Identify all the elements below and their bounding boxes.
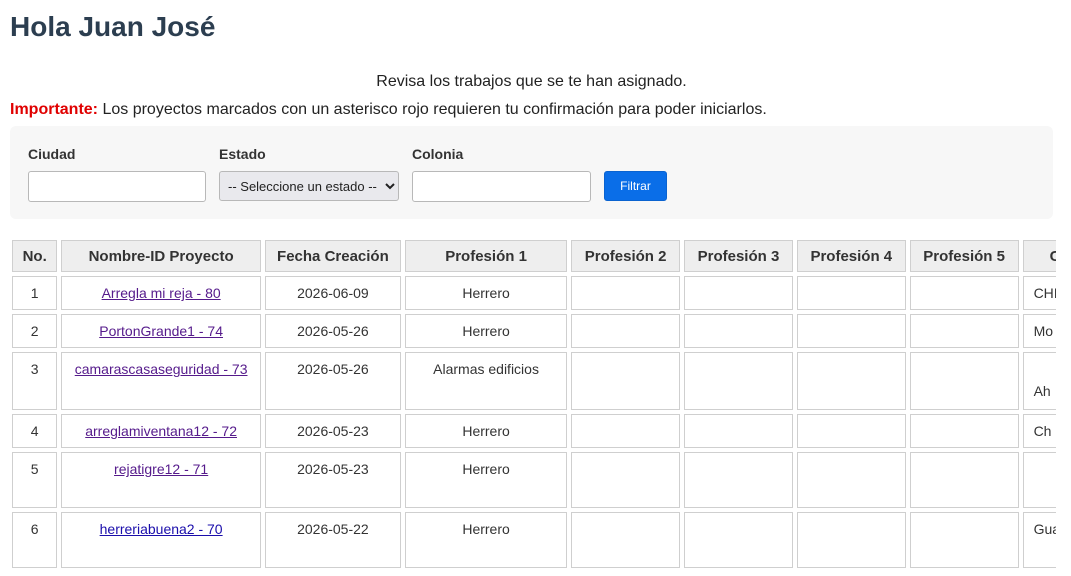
cell-city: Gua [1022,512,1056,568]
cell-date: 2026-05-23 [264,414,401,448]
header-no: No. [12,240,58,272]
cell-profession-2 [571,414,681,448]
cell-date: 2026-05-23 [264,452,401,508]
cell-profession-1: Herrero [404,452,568,508]
project-link[interactable]: PortonGrande1 - 74 [99,323,223,339]
project-link[interactable]: herreriabuena2 - 70 [100,521,223,537]
header-city: C [1022,240,1056,272]
cell-city: Mo [1022,314,1056,348]
cell-profession-4 [796,414,906,448]
table-row: 3 camarascasaseguridad - 73 2026-05-26 A… [12,352,1056,410]
cell-profession-4 [796,276,906,310]
projects-table: No. Nombre-ID Proyecto Fecha Creación Pr… [8,236,1056,572]
cell-city: Ah [1022,352,1056,410]
cell-city: CHI [1022,276,1056,310]
project-link[interactable]: Arregla mi reja - 80 [102,285,221,301]
cell-profession-4 [796,452,906,508]
city-label: Ciudad [28,146,76,162]
cell-profession-1: Herrero [404,276,568,310]
city-filter: Ciudad [28,146,206,202]
cell-project: Arregla mi reja - 80 [61,276,261,310]
important-label: Importante: [10,101,98,118]
cell-profession-2 [571,352,681,410]
colonia-label: Colonia [412,146,464,162]
cell-city: L [1022,452,1056,508]
cell-date: 2026-05-26 [264,314,401,348]
intro-message: Revisa los trabajos que se te han asigna… [376,73,687,90]
state-filter: Estado -- Seleccione un estado -- [219,146,399,201]
cell-profession-5 [909,352,1019,410]
cell-profession-3 [684,414,793,448]
cell-no: 4 [12,414,58,448]
cell-project: arreglamiventana12 - 72 [61,414,261,448]
cell-profession-1: Alarmas edificios [404,352,568,410]
header-project: Nombre-ID Proyecto [61,240,261,272]
project-link[interactable]: rejatigre12 - 71 [114,461,208,477]
cell-profession-2 [571,512,681,568]
cell-profession-3 [684,276,793,310]
cell-no: 5 [12,452,58,508]
cell-profession-5 [909,276,1019,310]
cell-no: 2 [12,314,58,348]
cell-profession-2 [571,314,681,348]
colonia-input[interactable] [412,171,591,202]
cell-project: PortonGrande1 - 74 [61,314,261,348]
cell-profession-3 [684,352,793,410]
cell-project: rejatigre12 - 71 [61,452,261,508]
city-input[interactable] [28,171,206,202]
cell-profession-1: Herrero [404,414,568,448]
cell-profession-3 [684,314,793,348]
projects-table-container: No. Nombre-ID Proyecto Fecha Creación Pr… [8,236,1056,576]
colonia-filter: Colonia [412,146,591,202]
cell-profession-5 [909,414,1019,448]
important-notice: Importante: Los proyectos marcados con u… [10,101,767,119]
header-date: Fecha Creación [264,240,401,272]
filter-button[interactable]: Filtrar [604,171,667,201]
cell-date: 2026-05-26 [264,352,401,410]
important-text: Los proyectos marcados con un asterisco … [98,101,767,118]
state-label: Estado [219,146,266,162]
cell-date: 2026-05-22 [264,512,401,568]
cell-profession-4 [796,352,906,410]
cell-profession-3 [684,512,793,568]
page-title: Hola Juan José [10,11,216,42]
table-header-row: No. Nombre-ID Proyecto Fecha Creación Pr… [12,240,1056,272]
cell-profession-3 [684,452,793,508]
header-profession-1: Profesión 1 [404,240,568,272]
cell-date: 2026-06-09 [264,276,401,310]
table-row: 1 Arregla mi reja - 80 2026-06-09 Herrer… [12,276,1056,310]
cell-profession-2 [571,452,681,508]
cell-profession-2 [571,276,681,310]
filter-panel: Ciudad Estado -- Seleccione un estado --… [10,126,1053,219]
project-link[interactable]: arreglamiventana12 - 72 [85,423,237,439]
cell-no: 1 [12,276,58,310]
table-row: 5 rejatigre12 - 71 2026-05-23 Herrero L [12,452,1056,508]
cell-profession-4 [796,314,906,348]
cell-city: Ch [1022,414,1056,448]
cell-profession-5 [909,452,1019,508]
cell-profession-1: Herrero [404,512,568,568]
cell-no: 6 [12,512,58,568]
state-select[interactable]: -- Seleccione un estado -- [219,171,399,201]
cell-profession-5 [909,512,1019,568]
header-profession-5: Profesión 5 [909,240,1019,272]
header-profession-4: Profesión 4 [796,240,906,272]
table-row: 4 arreglamiventana12 - 72 2026-05-23 Her… [12,414,1056,448]
cell-project: herreriabuena2 - 70 [61,512,261,568]
header-profession-2: Profesión 2 [571,240,681,272]
cell-project: camarascasaseguridad - 73 [61,352,261,410]
cell-no: 3 [12,352,58,410]
table-row: 6 herreriabuena2 - 70 2026-05-22 Herrero… [12,512,1056,568]
cell-profession-1: Herrero [404,314,568,348]
table-row: 2 PortonGrande1 - 74 2026-05-26 Herrero … [12,314,1056,348]
cell-profession-4 [796,512,906,568]
cell-profession-5 [909,314,1019,348]
project-link[interactable]: camarascasaseguridad - 73 [75,361,248,377]
header-profession-3: Profesión 3 [684,240,793,272]
